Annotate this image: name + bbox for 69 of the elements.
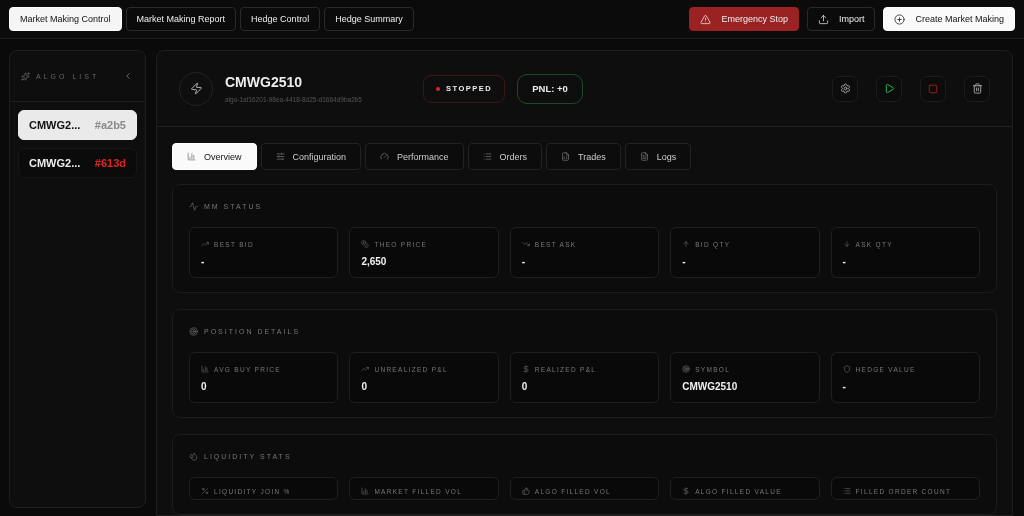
coins-icon: [361, 240, 370, 248]
warning-icon: [700, 13, 712, 25]
list-icon: [842, 487, 851, 495]
algo-list-item[interactable]: CMWG2... #a2b5: [18, 110, 137, 140]
stat-value: CMWG2510: [682, 381, 739, 392]
algo-hash: #a2b5: [94, 119, 126, 131]
play-button[interactable]: [876, 75, 902, 102]
algo-list-item[interactable]: CMWG2... #613d: [18, 148, 137, 178]
upload-icon: [817, 13, 829, 25]
arrow-down-icon: [842, 240, 851, 248]
target-icon: [189, 326, 198, 336]
stat-value: -: [682, 256, 687, 267]
content-tab[interactable]: Logs: [624, 143, 692, 170]
settings-icon: [839, 83, 851, 94]
list-icon: [482, 152, 492, 161]
delete-button[interactable]: [964, 75, 990, 102]
lightning-icon: [189, 82, 203, 95]
spreadsheet-icon: [561, 152, 571, 161]
content-tab[interactable]: Overview: [172, 143, 257, 170]
bar-chart-icon: [187, 152, 196, 161]
stat-value: 0: [361, 381, 368, 392]
content-tab[interactable]: Orders: [467, 143, 543, 170]
sliders-icon: [275, 152, 285, 161]
create-button[interactable]: Create Market Making: [883, 7, 1015, 31]
emergency-stop-button[interactable]: Emergency Stop: [689, 7, 799, 31]
target-icon: [682, 365, 691, 373]
collapse-icon[interactable]: [123, 71, 133, 81]
bar-chart-icon: [201, 365, 209, 373]
gauge-icon: [380, 152, 390, 161]
import-button[interactable]: Import: [806, 7, 876, 31]
status-dot: [436, 86, 440, 91]
nav-tab[interactable]: Hedge Summary: [324, 7, 414, 31]
trash-icon: [971, 83, 983, 94]
nav-tab[interactable]: Hedge Control: [240, 7, 321, 31]
algo-title: CMWG2510: [225, 74, 304, 90]
bar-chart-icon: [361, 487, 370, 495]
content-tab[interactable]: Trades: [546, 143, 621, 170]
dollar-icon: [521, 365, 530, 373]
stat-value: 0: [521, 381, 529, 392]
stat-value: -: [842, 256, 847, 267]
stat-value: -: [521, 256, 527, 267]
algo-hash: #613d: [94, 157, 126, 169]
square-icon: [928, 83, 938, 94]
trend-up-icon: [201, 240, 209, 248]
content-tab[interactable]: Configuration: [260, 143, 362, 170]
content-tab[interactable]: Performance: [365, 143, 464, 170]
stat-value: 2,650: [361, 256, 388, 267]
nav-tab[interactable]: Market Making Report: [125, 7, 237, 31]
trend-up-icon: [361, 365, 370, 373]
settings-button[interactable]: [832, 75, 858, 102]
algo-name: CMWG2...: [29, 119, 81, 131]
droplets-icon: [189, 451, 198, 461]
document-icon: [639, 152, 649, 161]
pnl-badge: PNL: +0: [517, 73, 583, 104]
plus-circle-icon: [894, 13, 906, 25]
arrow-up-icon: [682, 240, 691, 248]
pulse-icon: [189, 201, 198, 211]
stat-value: -: [842, 381, 847, 392]
stat-value: -: [201, 256, 206, 267]
thumbs-up-icon: [521, 487, 530, 495]
sparkle-icon: [21, 71, 30, 81]
shield-icon: [842, 365, 851, 373]
algo-name: CMWG2...: [29, 157, 81, 169]
play-icon: [883, 83, 895, 94]
trend-down-icon: [521, 240, 530, 248]
nav-tab[interactable]: Market Making Control: [9, 7, 122, 31]
stat-value: 0: [201, 381, 208, 392]
dollar-icon: [682, 487, 691, 495]
percent-icon: [201, 487, 209, 495]
